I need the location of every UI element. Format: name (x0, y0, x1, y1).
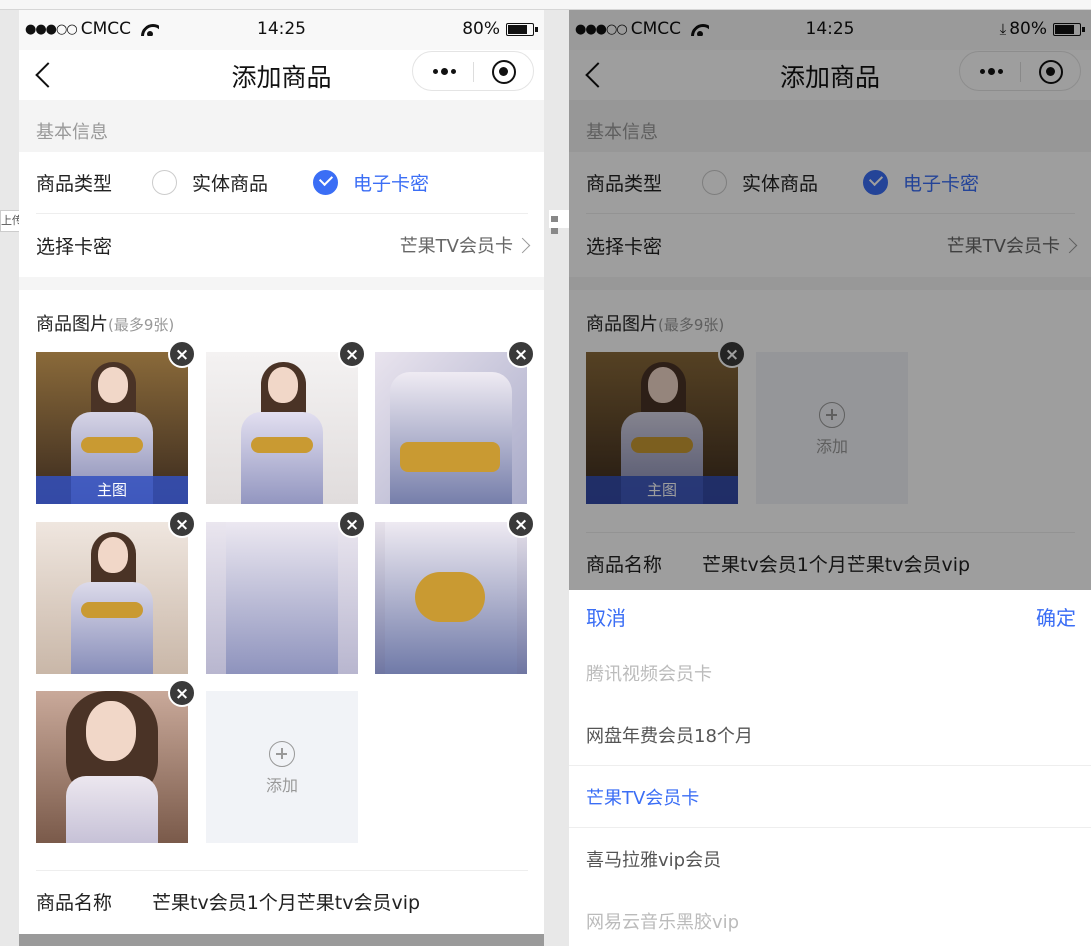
browser-top-edge (0, 0, 1091, 10)
radio-unchecked-icon (152, 170, 178, 195)
image-tile-7[interactable]: × (36, 679, 196, 843)
capsule-divider (473, 62, 474, 82)
product-photo (375, 352, 527, 504)
nav-bar: 添加商品 (19, 50, 544, 100)
type-label: 商品类型 (36, 173, 113, 195)
picker-option[interactable]: 腾讯视频会员卡 (569, 642, 1091, 704)
picker-option[interactable]: 喜马拉雅vip会员 (569, 828, 1091, 890)
picker-option[interactable]: 网易云音乐黑胶vip (569, 890, 1091, 946)
section-title-basic: 基本信息 (19, 100, 544, 152)
background-grid-fragment (549, 210, 569, 234)
images-hint: (最多9张) (108, 316, 175, 334)
product-photo (36, 522, 188, 674)
delete-image-icon[interactable]: × (338, 340, 366, 368)
delete-image-icon[interactable]: × (168, 340, 196, 368)
picker-header: 取消 确定 (569, 590, 1091, 642)
images-card: 商品图片(最多9张) 主图 × × × × × × × 添加 商品名称 芒果tv… (19, 290, 544, 946)
picker-option-selected[interactable]: 芒果TV会员卡 (569, 766, 1091, 828)
bottom-bar-edge (19, 934, 544, 946)
radio-digital-label: 电子卡密 (353, 173, 430, 195)
product-photo (206, 522, 358, 674)
chevron-right-icon (514, 237, 531, 253)
delete-image-icon[interactable]: × (168, 510, 196, 538)
delete-image-icon[interactable]: × (168, 679, 196, 707)
radio-checked-icon (313, 170, 339, 195)
product-photo (375, 522, 527, 674)
product-name-label: 商品名称 (36, 892, 113, 914)
delete-image-icon[interactable]: × (507, 510, 535, 538)
delete-image-icon[interactable]: × (338, 510, 366, 538)
product-name-value: 芒果tv会员1个月芒果tv会员vip (152, 892, 421, 914)
images-title: 商品图片(最多9张) (36, 314, 175, 335)
plus-circle-icon (269, 741, 295, 767)
background-window-text: 上传 (1, 214, 19, 227)
picker-confirm-button[interactable]: 确定 (1036, 602, 1076, 631)
mini-program-capsule (412, 51, 534, 91)
battery-percent: 80% (462, 19, 500, 39)
product-photo (206, 352, 358, 504)
card-picker: 取消 确定 腾讯视频会员卡 网盘年费会员18个月 芒果TV会员卡 喜马拉雅vip… (569, 590, 1091, 946)
select-card-value: 芒果TV会员卡 (399, 236, 513, 257)
phone-screen-picker: ●●●○○ CMCC 14:25 ⤓ 80% 添加商品 基本信息 商品类型 实体商品… (569, 10, 1091, 946)
image-tile-6[interactable]: × (375, 510, 535, 674)
radio-physical-label: 实体商品 (192, 173, 269, 195)
image-tile-1[interactable]: 主图 × (36, 340, 196, 504)
add-image-label: 添加 (265, 776, 298, 795)
image-tile-4[interactable]: × (36, 510, 196, 674)
product-name-row[interactable]: 商品名称 芒果tv会员1个月芒果tv会员vip (36, 870, 528, 932)
add-image-button[interactable]: 添加 (206, 691, 358, 843)
picker-cancel-button[interactable]: 取消 (586, 602, 626, 631)
image-tile-2[interactable]: × (206, 340, 366, 504)
image-tile-5[interactable]: × (206, 510, 366, 674)
status-bar: ●●●○○ CMCC 14:25 80% (19, 10, 544, 50)
battery-icon (506, 22, 538, 36)
radio-digital[interactable]: 电子卡密 (313, 169, 429, 196)
delete-image-icon[interactable]: × (507, 340, 535, 368)
select-card-row[interactable]: 选择卡密 芒果TV会员卡 (36, 214, 531, 276)
close-target-icon[interactable] (492, 60, 516, 84)
main-image-badge: 主图 (36, 476, 188, 504)
more-dots-icon[interactable] (429, 63, 459, 79)
phone-screen-form: ●●●○○ CMCC 14:25 80% 添加商品 基本信息 商品类型 实体商品 … (19, 10, 544, 946)
radio-physical[interactable]: 实体商品 (152, 169, 268, 196)
picker-option[interactable]: 网盘年费会员18个月 (569, 704, 1091, 766)
product-photo (36, 691, 188, 843)
image-tile-3[interactable]: × (375, 340, 535, 504)
modal-overlay[interactable] (569, 10, 1091, 590)
basic-info-card: 商品类型 实体商品 电子卡密 选择卡密 芒果TV会员卡 (19, 152, 544, 277)
type-row: 商品类型 实体商品 电子卡密 (36, 152, 528, 214)
select-card-label: 选择卡密 (36, 235, 113, 258)
background-window-fragment: 上传 (0, 210, 20, 232)
